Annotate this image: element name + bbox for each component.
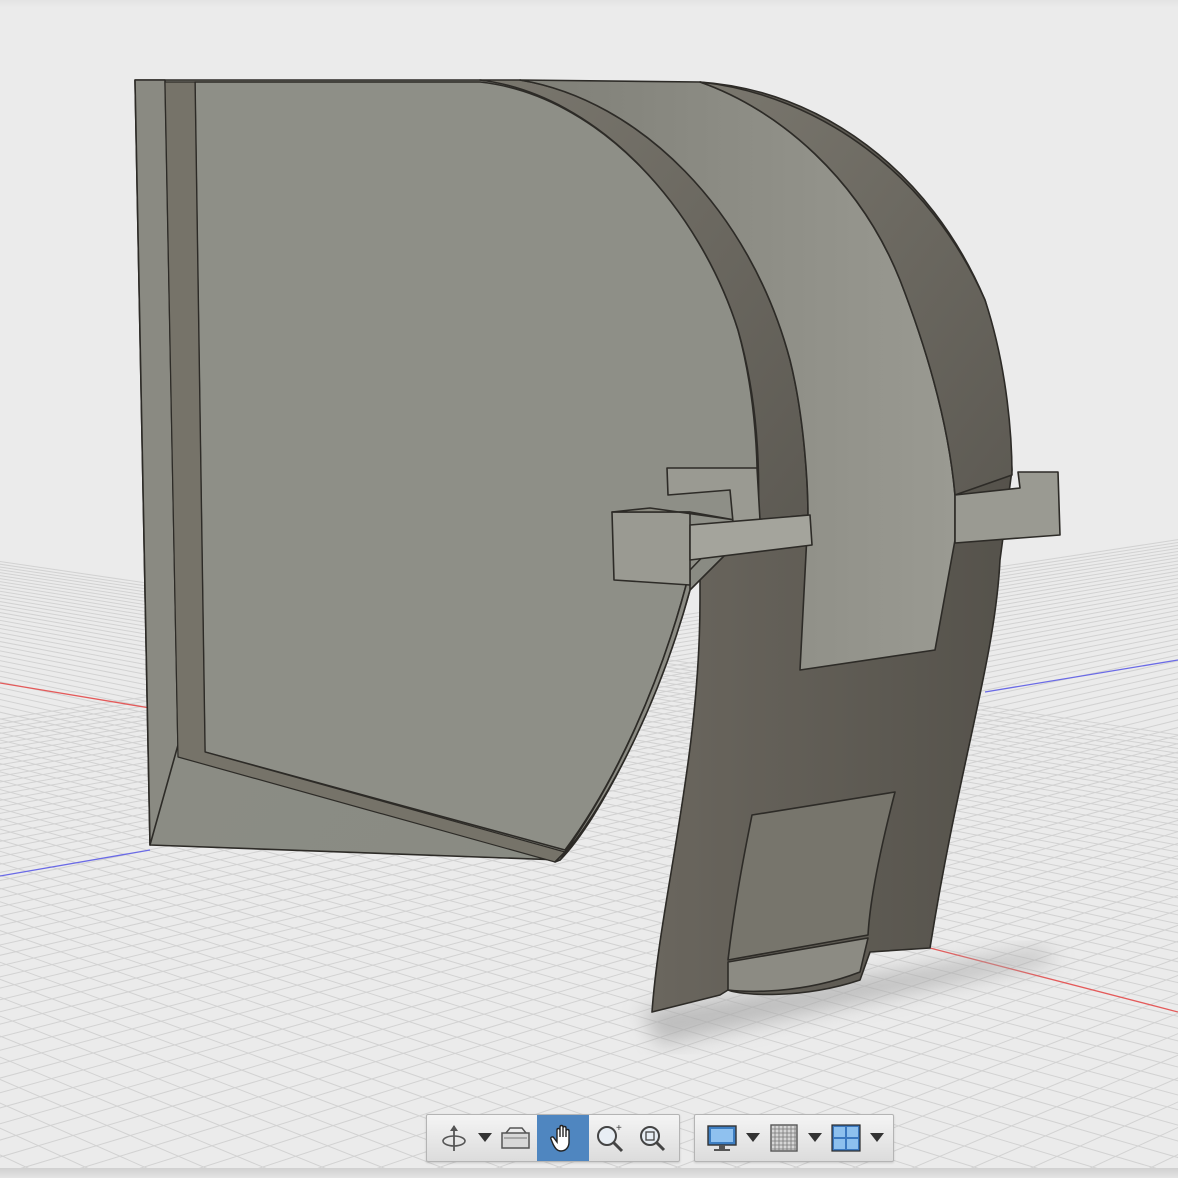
navigation-toolbar: + <box>426 1114 894 1162</box>
look-at-button[interactable] <box>495 1115 537 1161</box>
display-settings-button[interactable] <box>701 1115 743 1161</box>
display-tool-group <box>694 1114 894 1162</box>
look-at-icon <box>501 1127 530 1149</box>
zoom-icon: + <box>597 1123 624 1153</box>
3d-scene[interactable] <box>0 0 1178 1178</box>
pan-button[interactable] <box>537 1115 589 1161</box>
chevron-down-icon <box>870 1133 884 1142</box>
grid-line <box>1008 1101 1178 1178</box>
pan-hand-icon <box>550 1124 570 1152</box>
orbit-icon <box>442 1125 466 1151</box>
fit-icon <box>640 1126 666 1152</box>
display-settings-dropdown[interactable] <box>743 1115 763 1161</box>
fit-button[interactable] <box>631 1115 673 1161</box>
orbit-dropdown[interactable] <box>475 1115 495 1161</box>
viewport-bottom-bar <box>0 1168 1178 1178</box>
model-pin-left <box>611 511 691 586</box>
display-settings-icon <box>707 1125 737 1151</box>
orbit-button[interactable] <box>433 1115 475 1161</box>
3d-canvas[interactable] <box>0 0 1178 1178</box>
nav-tool-group: + <box>426 1114 680 1162</box>
grid-line <box>1128 1154 1178 1178</box>
viewports-button[interactable] <box>825 1115 867 1161</box>
chevron-down-icon <box>478 1133 492 1142</box>
3d-model-body[interactable] <box>134 79 1061 1013</box>
viewports-icon <box>831 1124 861 1152</box>
grid-icon <box>770 1124 798 1152</box>
zoom-button[interactable]: + <box>589 1115 631 1161</box>
grid-and-snaps-button[interactable] <box>763 1115 805 1161</box>
grid-and-snaps-dropdown[interactable] <box>805 1115 825 1161</box>
chevron-down-icon <box>746 1133 760 1142</box>
viewports-dropdown[interactable] <box>867 1115 887 1161</box>
svg-text:+: + <box>616 1123 622 1134</box>
viewport-top-edge <box>0 0 1178 8</box>
chevron-down-icon <box>808 1133 822 1142</box>
